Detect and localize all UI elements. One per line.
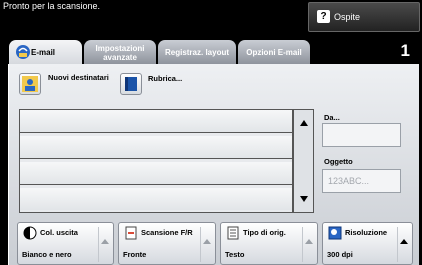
output-color-value: Bianco e nero: [22, 250, 72, 259]
chevron-up-icon: [203, 239, 211, 244]
tab-email-options[interactable]: Opzioni E-mail: [238, 40, 310, 64]
divider: [302, 227, 303, 262]
email-icon: [16, 45, 30, 59]
scroll-up-icon[interactable]: [300, 120, 308, 126]
top-status-bar: Pronto per la scansione. ? Ospite: [0, 0, 422, 36]
guest-label: Ospite: [334, 12, 361, 22]
tab-layout-label: Registraz. layout: [164, 48, 229, 57]
divider: [200, 227, 201, 262]
address-book-button[interactable]: [120, 73, 142, 95]
from-field[interactable]: [322, 123, 401, 147]
subject-field[interactable]: 123ABC...: [322, 169, 401, 193]
divider: [397, 227, 398, 262]
resolution-title: Risoluzione: [345, 228, 388, 237]
document-icon: [227, 226, 239, 240]
chevron-up-icon: [305, 239, 313, 244]
book-icon: [125, 77, 137, 91]
divider: [98, 227, 99, 262]
chevron-up-icon: [101, 239, 109, 244]
tab-advanced-label: Impostazioni avanzate: [95, 44, 145, 62]
page-icon: [125, 226, 137, 240]
original-type-title: Tipo di orig.: [243, 228, 286, 237]
output-color-button[interactable]: Col. uscita Bianco e nero: [17, 222, 114, 265]
tab-email-options-label: Opzioni E-mail: [246, 48, 302, 57]
subject-label: Oggetto: [324, 157, 353, 166]
half-circle-icon: [23, 226, 37, 240]
address-book-label: Rubrica...: [148, 74, 183, 83]
tab-advanced-settings[interactable]: Impostazioni avanzate: [84, 40, 156, 64]
duplex-scan-value: Fronte: [123, 250, 147, 259]
recipient-row[interactable]: [20, 188, 292, 210]
recipient-row[interactable]: [20, 162, 292, 185]
resolution-button[interactable]: Risoluzione 300 dpi: [322, 222, 413, 265]
person-icon: [22, 76, 38, 92]
recipient-scrollbar[interactable]: [293, 109, 314, 213]
scroll-down-icon[interactable]: [300, 196, 308, 202]
key-icon: ?: [317, 10, 330, 23]
output-color-title: Col. uscita: [40, 228, 78, 237]
new-recipients-button[interactable]: [19, 73, 41, 95]
from-label: Da...: [324, 113, 340, 122]
original-type-value: Testo: [225, 250, 245, 259]
recipient-row[interactable]: [20, 136, 292, 159]
tab-email[interactable]: E-mail: [9, 40, 82, 64]
duplex-scan-title: Scansione F/R: [141, 228, 193, 237]
original-type-button[interactable]: Tipo di orig. Testo: [220, 222, 318, 265]
recipient-list: [19, 109, 293, 213]
chevron-up-icon: [400, 239, 408, 244]
guest-button[interactable]: ? Ospite: [308, 2, 420, 32]
resolution-icon: [328, 226, 342, 240]
recipient-row[interactable]: [20, 110, 292, 133]
status-message: Pronto per la scansione.: [3, 1, 101, 11]
new-recipients-label: Nuovi destinatari: [48, 73, 109, 82]
duplex-scan-button[interactable]: Scansione F/R Fronte: [118, 222, 216, 265]
page-number: 1: [400, 41, 410, 60]
tab-layout[interactable]: Registraz. layout: [158, 40, 236, 64]
tab-email-label: E-mail: [31, 48, 56, 57]
resolution-value: 300 dpi: [327, 250, 353, 259]
subject-placeholder: 123ABC...: [328, 176, 370, 186]
